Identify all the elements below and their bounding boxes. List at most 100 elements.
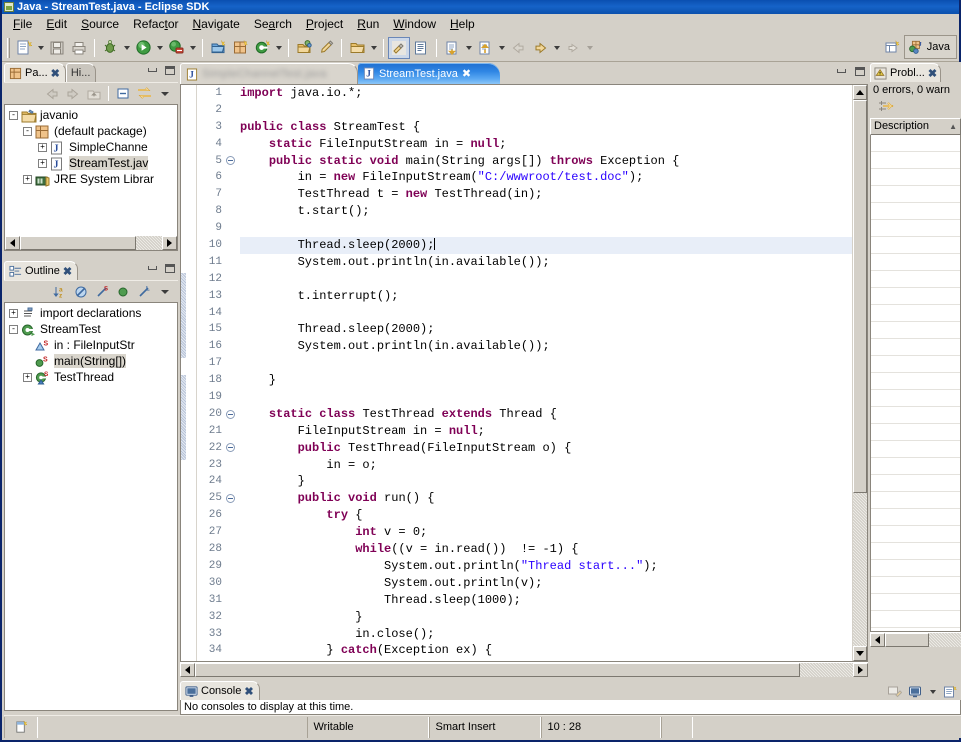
code-line[interactable]: } — [240, 372, 852, 389]
tree-row[interactable]: + JRE System Librar — [9, 171, 177, 187]
menu-source[interactable]: Source — [74, 15, 126, 33]
source-code[interactable]: import java.io.*; public class StreamTes… — [236, 85, 852, 661]
print-icon[interactable] — [68, 37, 90, 59]
maximize-icon[interactable] — [853, 65, 866, 77]
table-row[interactable] — [871, 254, 960, 271]
scroll-down-arrow[interactable] — [852, 646, 867, 661]
code-line[interactable]: Thread.sleep(2000); — [240, 321, 852, 338]
next-edit-dropdown-icon[interactable] — [584, 37, 595, 59]
up-icon[interactable] — [85, 85, 103, 103]
sort-icon[interactable]: a z — [51, 283, 69, 301]
table-row[interactable] — [871, 288, 960, 305]
menu-run[interactable]: Run — [350, 15, 386, 33]
console-body[interactable]: No consoles to display at this time. — [180, 700, 961, 715]
scroll-up-arrow[interactable] — [852, 85, 867, 100]
close-icon[interactable]: ✖ — [51, 67, 60, 80]
close-icon[interactable]: ✖ — [63, 265, 72, 278]
open-resource-dropdown-icon[interactable] — [368, 37, 379, 59]
editor-vscrollbar[interactable] — [852, 85, 867, 661]
code-line[interactable]: in = o; — [240, 457, 852, 474]
folding-ruler[interactable] — [225, 85, 236, 661]
menu-navigate[interactable]: Navigate — [185, 15, 246, 33]
table-row[interactable] — [871, 169, 960, 186]
tree-row[interactable]: + J SimpleChanne — [9, 139, 177, 155]
code-line[interactable]: try { — [240, 507, 852, 524]
table-row[interactable] — [871, 390, 960, 407]
perspective-java-button[interactable]: J Java — [903, 35, 957, 59]
table-row[interactable] — [871, 458, 960, 475]
code-line[interactable]: Thread.sleep(2000); — [240, 237, 852, 254]
hide-local-types-icon[interactable]: L — [135, 283, 153, 301]
filters-icon[interactable] — [876, 98, 894, 116]
table-row[interactable] — [871, 441, 960, 458]
code-line[interactable]: while((v = in.read()) != -1) { — [240, 541, 852, 558]
console-dropdown-icon[interactable] — [927, 681, 938, 703]
new-wizard-dropdown-icon[interactable] — [35, 37, 46, 59]
tree-row[interactable]: + J StreamTest.jav — [9, 155, 177, 171]
maximize-icon[interactable] — [163, 64, 176, 76]
new-package-icon[interactable] — [229, 37, 251, 59]
code-line[interactable] — [240, 389, 852, 406]
link-with-editor-icon[interactable] — [135, 85, 153, 103]
table-row[interactable] — [871, 322, 960, 339]
table-row[interactable] — [871, 492, 960, 509]
code-line[interactable]: FileInputStream in = null; — [240, 423, 852, 440]
code-line[interactable]: static FileInputStream in = null; — [240, 136, 852, 153]
tree-row[interactable]: - StreamTest — [9, 321, 177, 337]
code-line[interactable]: in = new FileInputStream("C:/wwwroot/tes… — [240, 169, 852, 186]
expander-icon[interactable]: + — [23, 174, 32, 184]
hide-non-public-icon[interactable] — [114, 283, 132, 301]
table-row[interactable] — [871, 135, 960, 152]
forward-icon[interactable] — [64, 85, 82, 103]
expander-icon[interactable]: - — [9, 324, 18, 334]
table-row[interactable] — [871, 577, 960, 594]
run-dropdown-icon[interactable] — [154, 37, 165, 59]
scroll-thumb[interactable] — [852, 100, 867, 494]
open-perspective-icon[interactable] — [882, 36, 904, 58]
external-tools-dropdown-icon[interactable] — [187, 37, 198, 59]
minimize-icon[interactable] — [146, 262, 159, 274]
toggle-mark-occurrences-icon[interactable] — [388, 36, 410, 59]
collapse-all-icon[interactable] — [114, 85, 132, 103]
code-line[interactable]: t.interrupt(); — [240, 288, 852, 305]
code-line[interactable]: public static void main(String args[]) t… — [240, 153, 852, 170]
previous-annotation-dropdown-icon[interactable] — [496, 37, 507, 59]
scroll-track[interactable] — [195, 663, 853, 677]
menu-project[interactable]: Project — [299, 15, 350, 33]
minimize-icon[interactable] — [835, 65, 848, 77]
external-tools-icon[interactable] — [165, 37, 187, 59]
code-line[interactable]: System.out.println(in.available()); — [240, 338, 852, 355]
forward-dropdown-icon[interactable] — [551, 37, 562, 59]
new-class-dropdown-icon[interactable] — [273, 37, 284, 59]
code-line[interactable]: Thread.sleep(1000); — [240, 592, 852, 609]
new-wizard-icon[interactable] — [13, 37, 35, 59]
table-row[interactable] — [871, 271, 960, 288]
view-menu-icon[interactable] — [156, 283, 174, 301]
open-resource-icon[interactable] — [346, 37, 368, 59]
marker-bar[interactable] — [181, 85, 197, 661]
hide-fields-icon[interactable] — [72, 283, 90, 301]
scroll-left-arrow[interactable] — [180, 663, 195, 677]
table-row[interactable] — [871, 543, 960, 560]
next-edit-icon[interactable] — [562, 37, 584, 59]
code-line[interactable]: } catch(Exception ex) { — [240, 642, 852, 659]
debug-icon[interactable] — [99, 37, 121, 59]
view-menu-icon[interactable] — [156, 85, 174, 103]
expander-icon[interactable]: - — [9, 110, 18, 120]
close-icon[interactable]: ✖ — [928, 67, 937, 80]
table-row[interactable] — [871, 186, 960, 203]
editor-tab-inactive[interactable]: J SimpleChannelTest.java — [180, 63, 358, 84]
menu-help[interactable]: Help — [443, 15, 482, 33]
forward-icon[interactable] — [529, 37, 551, 59]
menu-window[interactable]: Window — [386, 15, 443, 33]
code-line[interactable]: static class TestThread extends Thread { — [240, 406, 852, 423]
statusbar-resize-grip[interactable] — [660, 716, 693, 738]
tree-row[interactable]: - javanio — [9, 107, 177, 123]
menu-edit[interactable]: Edit — [39, 15, 74, 33]
scroll-right-arrow[interactable] — [853, 663, 868, 677]
editor-text-area[interactable]: 1 2 3 4 5 6 7 8 9 10 11 12 13 14 15 16 17 18 19 20 21 22 23 24 2… — [180, 84, 868, 662]
scroll-thumb[interactable] — [885, 633, 930, 647]
run-icon[interactable] — [132, 37, 154, 59]
table-row[interactable] — [871, 339, 960, 356]
scroll-track[interactable] — [852, 100, 867, 646]
